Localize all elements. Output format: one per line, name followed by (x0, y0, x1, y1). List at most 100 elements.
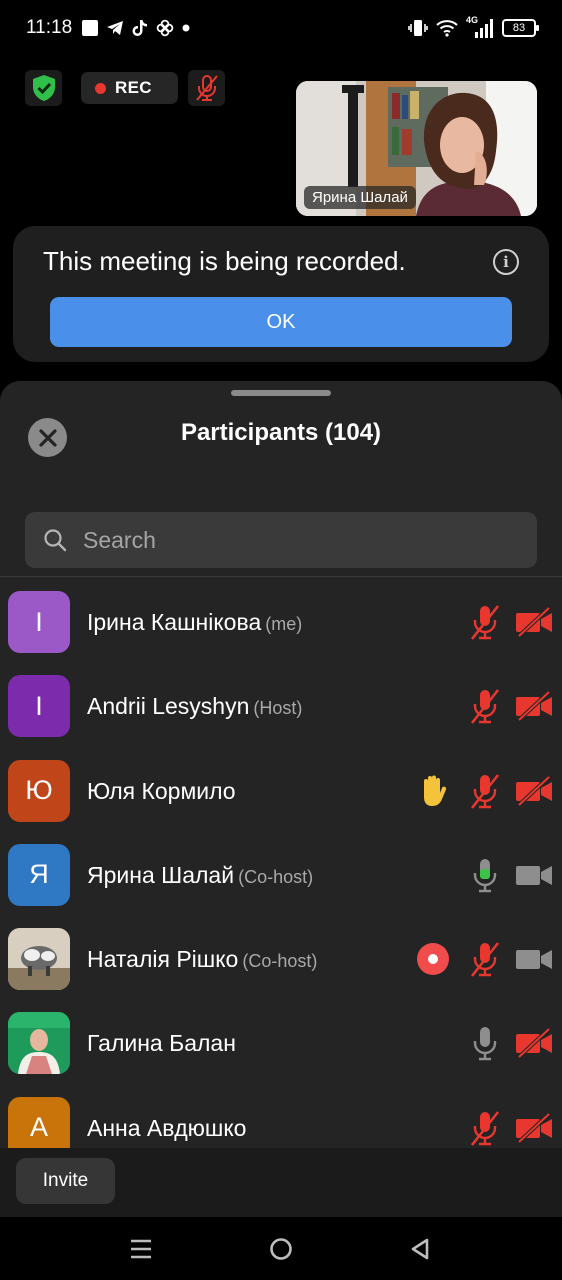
home-circle-icon (270, 1238, 292, 1260)
avatar: А (8, 1096, 70, 1148)
camera-on-icon (516, 865, 552, 885)
divider (0, 576, 562, 577)
participant-name: Ярина Шалай (87, 861, 235, 888)
raised-hand-icon (424, 775, 447, 806)
participant-role: (Host) (253, 698, 303, 719)
avatar-photo (8, 1012, 70, 1075)
invite-button[interactable]: Invite (16, 1158, 115, 1204)
participant-name: Наталія Рішко (87, 946, 239, 973)
back-button[interactable] (405, 1235, 435, 1263)
search-input[interactable] (83, 526, 503, 554)
participant-row[interactable]: Ю Юля Кормило (0, 750, 562, 834)
camera-off-icon (516, 1112, 552, 1143)
participant-row[interactable]: Галина Балан (0, 1002, 562, 1086)
camera-off-icon (516, 775, 552, 806)
search-icon (44, 529, 67, 552)
participant-name: Ірина Кашнікова (87, 609, 262, 635)
mic-muted-icon (470, 689, 500, 725)
info-icon[interactable]: i (493, 249, 519, 275)
participant-role: (Co-host) (242, 951, 318, 972)
battery-icon: 83 (502, 19, 539, 37)
camera-status[interactable] (515, 686, 553, 726)
camera-status[interactable] (515, 939, 553, 979)
camera-off-icon (516, 691, 552, 722)
mic-status[interactable] (467, 855, 503, 895)
participants-panel: Participants (104) І Ірина Кашнікова(me)… (0, 381, 562, 1217)
mic-status[interactable] (467, 1108, 503, 1148)
mic-status[interactable] (467, 1023, 503, 1063)
notification-icons (82, 17, 190, 39)
mic-muted-icon (470, 773, 500, 809)
participant-row[interactable]: Я Ярина Шалай (Co-host) (0, 834, 562, 918)
camera-status[interactable] (515, 855, 553, 895)
recording-indicator[interactable]: REC (81, 72, 178, 104)
record-icon (417, 943, 449, 976)
participant-row[interactable]: І Ірина Кашнікова (me) (0, 581, 562, 665)
tiktok-icon (132, 20, 147, 36)
recording-notice-dialog: This meeting is being recorded. i OK (13, 226, 549, 362)
avatar (8, 928, 70, 991)
avatar-initial: Я (29, 859, 49, 890)
avatar-initial: I (35, 690, 43, 721)
participant-row[interactable]: А Анна Авдюшко (0, 1087, 562, 1148)
mic-speaking-icon (473, 858, 497, 893)
video-participant-name: Ярина Шалай (304, 186, 416, 209)
ok-button[interactable]: OK (50, 297, 512, 347)
drag-handle[interactable] (231, 390, 331, 396)
stop-square-icon (82, 20, 98, 36)
status-clock: 11:18 (26, 17, 73, 38)
system-icons: 4G 83 (408, 15, 539, 40)
avatar: Ю (8, 759, 70, 822)
active-speaker-video[interactable]: Ярина Шалай (296, 81, 537, 216)
participant-row[interactable]: Наталія Рішко (Co-host) (0, 918, 562, 1002)
back-triangle-icon (411, 1238, 429, 1260)
dot-icon (182, 24, 190, 32)
encryption-shield-button[interactable] (25, 70, 62, 106)
self-mic-muted-button[interactable] (188, 70, 225, 106)
recents-button[interactable] (126, 1235, 156, 1263)
flower-app-icon (156, 19, 174, 37)
recording-dot-icon (95, 82, 106, 94)
camera-status[interactable] (515, 1108, 553, 1148)
shield-check-icon (32, 75, 55, 101)
mic-muted-icon (470, 1110, 500, 1146)
home-button[interactable] (266, 1235, 296, 1263)
mic-status[interactable] (467, 939, 503, 979)
mic-muted-icon (470, 605, 500, 640)
mic-on-icon (473, 1027, 497, 1061)
camera-status[interactable] (515, 1023, 553, 1063)
system-nav-bar (0, 1217, 562, 1280)
avatar: І (8, 591, 70, 653)
camera-on-icon (516, 950, 552, 970)
camera-status[interactable] (515, 771, 553, 811)
avatar-photo (8, 928, 70, 991)
participant-name: Галина Балан (87, 1030, 236, 1057)
avatar-initial: А (29, 1112, 48, 1143)
avatar: I (8, 675, 70, 738)
mic-status[interactable] (467, 602, 503, 642)
avatar: Я (8, 843, 70, 906)
participant-name: Andrii Lesyshyn (87, 693, 250, 720)
raised-hand-status (413, 771, 453, 811)
camera-status[interactable] (515, 602, 553, 642)
panel-footer: Invite (0, 1148, 562, 1217)
participant-list[interactable]: І Ірина Кашнікова (me) I Andrii Lesyshyn(… (0, 581, 562, 1148)
camera-off-icon (516, 607, 552, 637)
panel-title: Participants (104) (180, 419, 382, 446)
menu-lines-icon (131, 1239, 151, 1259)
participant-row[interactable]: I Andrii Lesyshyn (Host) (0, 665, 562, 749)
mic-status[interactable] (467, 686, 503, 726)
participant-name: Анна Авдюшко (87, 1114, 247, 1141)
rec-label: REC (115, 78, 152, 97)
participant-name: Юля Кормило (87, 777, 236, 804)
recording-status (413, 939, 453, 979)
mic-status[interactable] (467, 771, 503, 811)
mic-muted-icon (195, 75, 218, 101)
search-bar[interactable] (25, 512, 537, 568)
avatar-initial: І (35, 606, 43, 637)
recording-notice-text: This meeting is being recorded. (43, 246, 406, 276)
telegram-icon (107, 21, 123, 35)
participant-role: (Co-host) (238, 866, 314, 887)
participant-role: (me) (265, 614, 303, 634)
wifi-icon (436, 20, 458, 37)
